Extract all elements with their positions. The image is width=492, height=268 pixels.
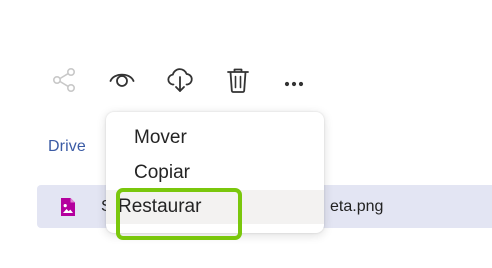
eye-icon <box>108 66 136 94</box>
menu-item-mover[interactable]: Mover <box>106 121 324 155</box>
breadcrumb-drive-link[interactable]: Drive <box>48 138 86 155</box>
trash-icon <box>225 66 251 94</box>
cloud-download-icon <box>165 65 195 95</box>
share-icon <box>50 66 78 94</box>
share-button[interactable] <box>46 62 82 98</box>
breadcrumb: Drive <box>48 138 86 156</box>
more-options-button[interactable] <box>276 62 312 98</box>
image-file-icon <box>60 197 76 217</box>
download-button[interactable] <box>162 62 198 98</box>
file-browser-view: Drive S eta.png Mover Copiar Restaurar <box>0 0 492 268</box>
menu-item-copiar[interactable]: Copiar <box>106 156 324 190</box>
delete-button[interactable] <box>220 62 256 98</box>
context-menu: Mover Copiar Restaurar <box>106 112 324 233</box>
more-horizontal-icon <box>280 66 308 94</box>
menu-item-restaurar[interactable]: Restaurar <box>106 190 324 224</box>
file-name-end: eta.png <box>330 198 384 215</box>
preview-button[interactable] <box>104 62 140 98</box>
